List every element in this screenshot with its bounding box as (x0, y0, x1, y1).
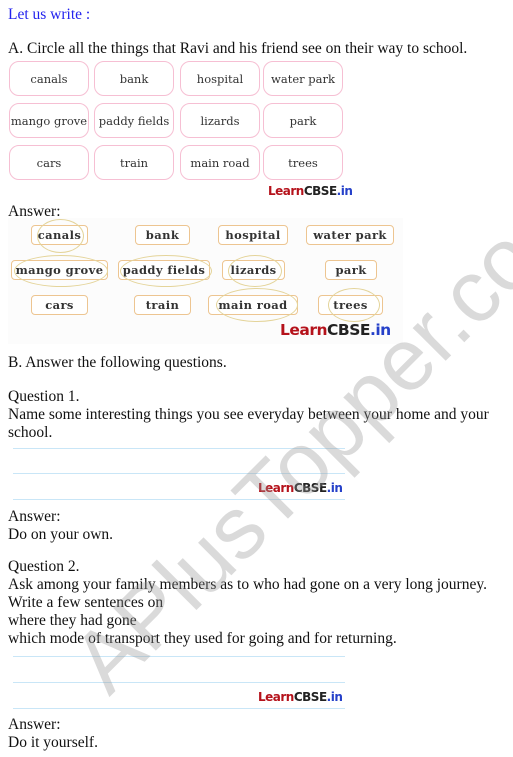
item-box: mango grove (9, 103, 89, 138)
question-1-label: Question 1. (8, 388, 80, 405)
question-2-label: Question 2. (8, 558, 80, 575)
question-2-line: where they had gone (8, 612, 137, 629)
answer-item-box: cars (31, 295, 88, 315)
writing-line (13, 708, 345, 709)
answer-item-box: canals (31, 225, 88, 245)
item-box: lizards (180, 103, 260, 138)
question-1-answer: Do on your own. (8, 526, 114, 543)
item-box: trees (263, 145, 343, 180)
question-1-answer-label: Answer: (8, 508, 61, 525)
answer-item-box: train (134, 295, 191, 315)
item-box: park (263, 103, 343, 138)
answer-image: canals bank hospital water park mango gr… (8, 218, 403, 344)
question-2-line: Ask among your family members as to who … (8, 576, 487, 593)
answer-item-box: park (325, 260, 377, 280)
answer-item-box: bank (135, 225, 190, 245)
learncbse-logo: LearnCBSE.in (268, 184, 353, 198)
part-a-instruction: A. Circle all the things that Ravi and h… (8, 40, 468, 57)
part-b-instruction: B. Answer the following questions. (8, 354, 227, 371)
writing-line (13, 682, 345, 683)
answer-item-box: lizards (222, 260, 285, 280)
question-1-text: Name some interesting things you see eve… (8, 406, 489, 423)
writing-line (13, 656, 345, 657)
answer-item-box: main road (208, 295, 298, 315)
learncbse-logo: LearnCBSE.in (280, 321, 391, 339)
item-box: hospital (180, 61, 260, 96)
question-2-answer-label: Answer: (8, 716, 61, 733)
question-2-line: which mode of transport they used for go… (8, 630, 397, 647)
item-box: cars (9, 145, 89, 180)
answer-item-box: mango grove (11, 260, 108, 280)
question-1-text-cont: school. (8, 424, 53, 441)
writing-line (13, 499, 345, 500)
item-box: main road (180, 145, 260, 180)
learncbse-logo: LearnCBSE.in (258, 690, 343, 704)
learncbse-logo: LearnCBSE.in (258, 481, 343, 495)
section-heading: Let us write : (8, 6, 91, 23)
writing-line (13, 448, 345, 449)
writing-line (13, 473, 345, 474)
answer-item-box: paddy fields (118, 260, 210, 280)
answer-item-box: trees (318, 295, 383, 315)
answer-item-box: hospital (218, 225, 288, 245)
item-box: paddy fields (94, 103, 174, 138)
item-box: bank (94, 61, 174, 96)
answer-item-box: water park (306, 225, 394, 245)
item-box: water park (263, 61, 343, 96)
question-2-line: Write a few sentences on (8, 594, 164, 611)
question-2-answer: Do it yourself. (8, 734, 98, 751)
item-box: canals (9, 61, 89, 96)
item-box: train (94, 145, 174, 180)
